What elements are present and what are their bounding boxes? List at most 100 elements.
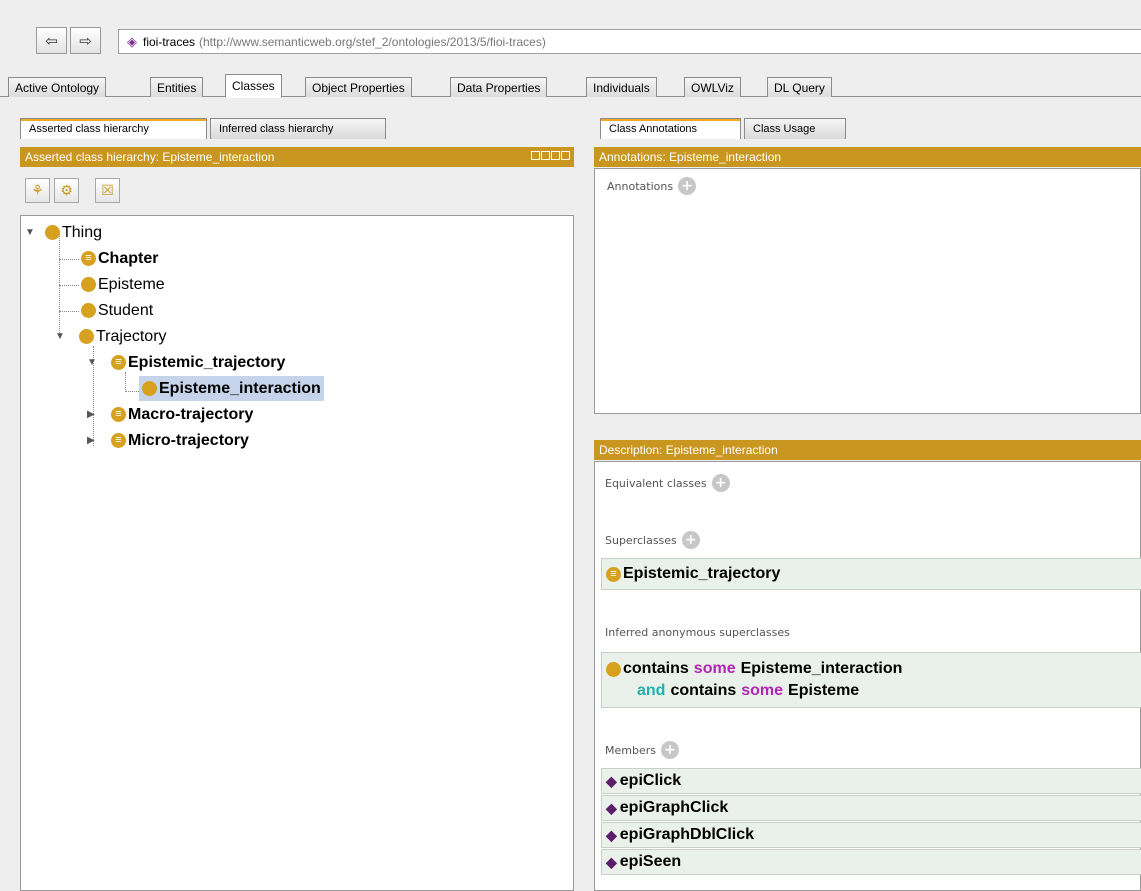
delete-class-button[interactable]: ☒ [95, 178, 120, 203]
individual-icon: ◆ [606, 826, 617, 843]
member-name: epiSeen [619, 853, 682, 870]
defined-class-icon: ≡ [606, 566, 621, 582]
defined-class-icon: ≡ [111, 355, 126, 370]
ontology-iri: (http://www.semanticweb.org/stef_2/ontol… [199, 34, 546, 49]
expand-toggle-icon[interactable]: ▼ [87, 357, 99, 368]
member-name: epiGraphDblClick [619, 826, 755, 843]
back-button[interactable]: ⇦ [36, 27, 67, 54]
class-icon [142, 381, 157, 396]
member-row[interactable]: ◆ epiGraphDblClick [601, 822, 1141, 848]
add-sibling-button[interactable]: ⚙ [54, 178, 79, 203]
tree-label: Micro-trajectory [128, 431, 249, 449]
tree-node-thing[interactable]: ▼ Thing [25, 220, 102, 245]
tab-classes[interactable]: Classes [225, 74, 282, 98]
tree-node-macro-trajectory[interactable]: ▶ ≡ Macro-trajectory [87, 402, 253, 427]
class-icon [79, 329, 94, 344]
class-icon [45, 225, 60, 240]
expand-toggle-icon[interactable]: ▼ [55, 331, 67, 342]
tree-connector [59, 311, 79, 312]
add-member-icon[interactable]: + [660, 741, 679, 759]
tab-dl-query[interactable]: DL Query [767, 77, 832, 97]
tree-node-episteme-interaction[interactable]: Episteme_interaction [139, 376, 324, 401]
superclasses-section: Superclasses + [605, 531, 700, 549]
tree-node-student[interactable]: Student [81, 298, 153, 323]
tree-label: Epistemic_trajectory [128, 353, 286, 371]
forward-button[interactable]: ⇨ [70, 27, 101, 54]
tree-node-chapter[interactable]: ≡ Chapter [81, 246, 158, 271]
tree-node-episteme[interactable]: Episteme [81, 272, 165, 297]
tree-connector [125, 372, 126, 392]
view-close-icon[interactable] [561, 151, 570, 160]
tree-node-epistemic-trajectory[interactable]: ▼ ≡ Epistemic_trajectory [87, 350, 285, 375]
add-annotation-icon[interactable]: + [678, 177, 697, 195]
hierarchy-header-title: Asserted class hierarchy: Episteme_inter… [25, 150, 275, 164]
add-sibling-icon: ⚙ [60, 182, 73, 199]
view-controls [531, 151, 570, 160]
annotations-view: Annotations + [594, 168, 1141, 414]
tree-label: Thing [62, 223, 103, 241]
defined-class-icon: ≡ [111, 433, 126, 448]
tab-entities[interactable]: Entities [150, 77, 204, 97]
member-row[interactable]: ◆ epiClick [601, 768, 1141, 794]
ontology-icon: ◈ [127, 33, 137, 49]
tree-label: Chapter [98, 249, 159, 267]
member-row[interactable]: ◆ epiSeen [601, 849, 1141, 875]
add-subclass-icon: ⚘ [31, 182, 44, 199]
tree-node-trajectory[interactable]: ▼ Trajectory [55, 324, 167, 349]
tree-label: Macro-trajectory [128, 405, 254, 423]
description-header: Description: Episteme_interaction [594, 440, 1141, 460]
tab-owlviz[interactable]: OWLViz [684, 77, 741, 97]
members-section: Members + [605, 741, 679, 759]
class-details-panel: Class Annotations Class Usage Annotation… [594, 118, 1141, 891]
tree-connector [59, 285, 79, 286]
back-arrow-icon: ⇦ [45, 31, 58, 50]
class-icon [81, 303, 96, 318]
view-detach-icon[interactable] [531, 151, 540, 160]
tab-object-properties[interactable]: Object Properties [305, 77, 412, 97]
annotations-section: Annotations + [607, 177, 697, 195]
tree-connector [59, 259, 79, 260]
tab-asserted-hierarchy[interactable]: Asserted class hierarchy [20, 118, 207, 139]
add-equivalent-icon[interactable]: + [711, 474, 730, 492]
add-subclass-button[interactable]: ⚘ [25, 178, 50, 203]
members-label: Members [605, 743, 656, 757]
individual-icon: ◆ [606, 799, 617, 816]
defined-class-icon: ≡ [81, 251, 96, 266]
inferred-filler: Episteme [788, 682, 860, 699]
tab-data-properties[interactable]: Data Properties [450, 77, 548, 97]
ontology-name: fioi-traces [143, 34, 196, 49]
description-view: Equivalent classes + Superclasses + ≡ Ep… [594, 461, 1141, 891]
ontology-iri-field[interactable]: ◈ fioi-traces (http://www.semanticweb.or… [118, 29, 1141, 54]
expand-toggle-icon[interactable]: ▶ [87, 435, 99, 446]
class-tree: ▼ Thing ≡ Chapter Episteme Student ▼ Tra… [20, 215, 574, 891]
tab-class-annotations[interactable]: Class Annotations [600, 118, 741, 139]
tree-node-micro-trajectory[interactable]: ▶ ≡ Micro-trajectory [87, 428, 249, 453]
class-icon [606, 661, 621, 677]
keyword-and: and [637, 682, 666, 699]
class-icon [81, 277, 96, 292]
tab-class-usage[interactable]: Class Usage [744, 118, 846, 139]
inferred-superclass-row[interactable]: contains some Episteme_interaction and c… [601, 652, 1141, 708]
member-name: epiGraphClick [619, 799, 729, 816]
add-superclass-icon[interactable]: + [681, 531, 700, 549]
keyword-some: some [741, 682, 784, 699]
expand-toggle-icon[interactable]: ▶ [87, 409, 99, 420]
member-row[interactable]: ◆ epiGraphClick [601, 795, 1141, 821]
toolbar: ⇦ ⇨ ◈ fioi-traces (http://www.semanticwe… [0, 0, 1141, 70]
superclass-row[interactable]: ≡ Epistemic_trajectory [601, 558, 1141, 590]
class-hierarchy-panel: Asserted class hierarchy Inferred class … [20, 118, 574, 891]
tab-active-ontology[interactable]: Active Ontology [8, 77, 107, 97]
member-name: epiClick [619, 772, 682, 789]
tab-individuals[interactable]: Individuals [586, 77, 657, 97]
inferred-line-1: contains some Episteme_interaction [606, 660, 902, 678]
equivalent-classes-section: Equivalent classes + [605, 474, 730, 492]
selected-class-highlight: Episteme_interaction [139, 376, 324, 401]
annotations-label: Annotations [607, 179, 674, 193]
expand-toggle-icon[interactable]: ▼ [25, 227, 37, 238]
view-maximize-icon[interactable] [551, 151, 560, 160]
view-minimize-icon[interactable] [541, 151, 550, 160]
tree-label: Episteme [98, 275, 165, 293]
tree-label: Student [98, 301, 154, 319]
tab-inferred-hierarchy[interactable]: Inferred class hierarchy [210, 118, 386, 139]
tree-connector [125, 391, 139, 392]
